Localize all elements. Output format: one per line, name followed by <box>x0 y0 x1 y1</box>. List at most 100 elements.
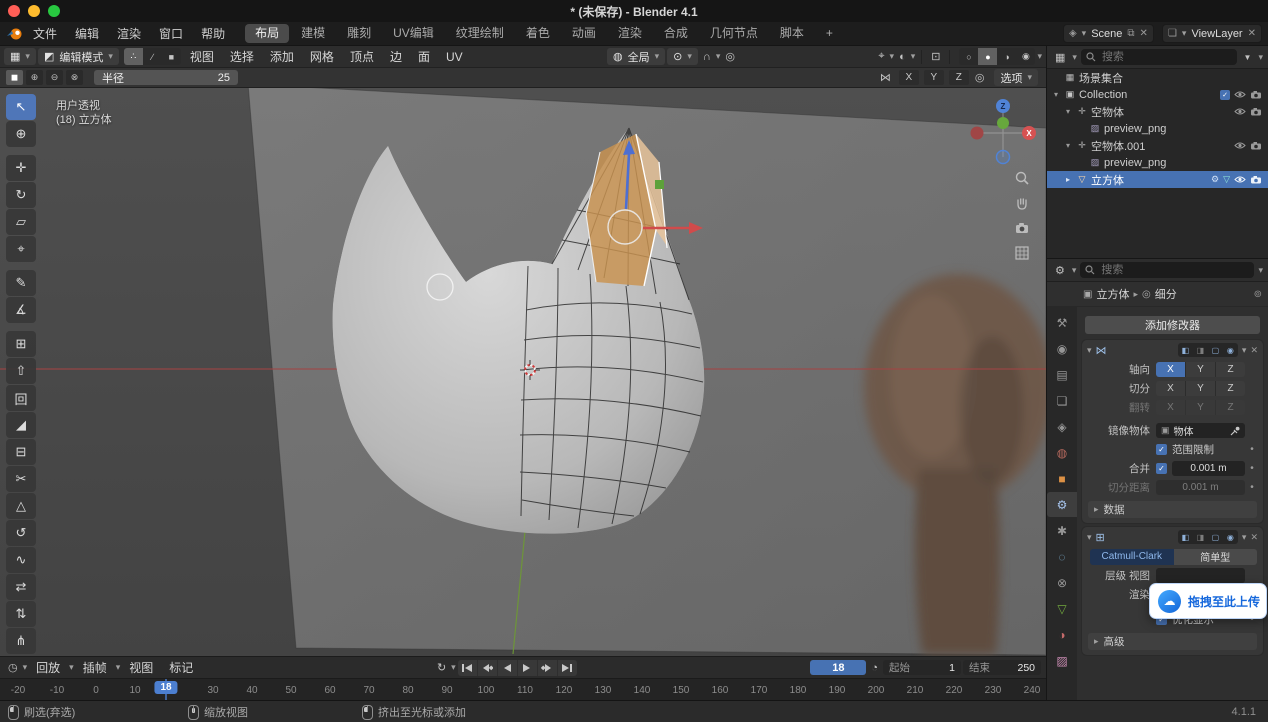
outliner-row-empty[interactable]: ▾ ✛ 空物体 <box>1047 103 1268 120</box>
expander-icon[interactable]: ▾ <box>1063 107 1073 116</box>
close-modifier-icon[interactable]: ✕ <box>1250 532 1258 543</box>
menu-marker[interactable]: 标记 <box>162 657 200 679</box>
properties-search-input[interactable] <box>1099 263 1249 277</box>
timeline-editor-icon[interactable]: ◷ <box>5 661 21 674</box>
simple-button[interactable]: 简单型 <box>1174 549 1258 565</box>
workspace-tab-layout[interactable]: 布局 <box>245 24 289 43</box>
current-frame-field[interactable]: 18 <box>810 660 866 675</box>
zoom-window-button[interactable] <box>48 5 60 17</box>
workspace-tab-uv[interactable]: UV编辑 <box>383 24 444 43</box>
outliner-row-collection[interactable]: ▾ ▣ Collection ✓ <box>1047 86 1268 103</box>
scene-selector[interactable]: ◈ ▾ Scene ⧉ ✕ <box>1063 24 1154 43</box>
workspace-tab-shading[interactable]: 着色 <box>516 24 560 43</box>
menu-edit[interactable]: 编辑 <box>66 22 108 46</box>
show-overlays-icon[interactable]: ◐ <box>896 51 909 63</box>
select-op-intersect-icon[interactable]: ⊗ <box>66 70 83 85</box>
tool-extrude-region[interactable]: ⇧ <box>6 358 36 384</box>
menu-view[interactable]: 视图 <box>183 46 221 68</box>
chevron-down-icon[interactable]: ▾ <box>890 51 895 62</box>
tool-move[interactable]: ✛ <box>6 155 36 181</box>
tool-rip-region[interactable]: ⋔ <box>6 628 36 654</box>
tool-inset-faces[interactable]: 回 <box>6 385 36 411</box>
mirror-x-toggle[interactable]: X <box>899 70 919 85</box>
menu-face[interactable]: 面 <box>411 46 437 68</box>
levels-viewport-field[interactable] <box>1156 568 1245 583</box>
mirror-axis-z-toggle[interactable]: Z <box>1216 362 1245 377</box>
outliner-row-cube-selected[interactable]: ▸ ▽ 立方体 ⚙ ▽ <box>1047 171 1268 188</box>
tool-shrink-fatten[interactable]: ⇅ <box>6 601 36 627</box>
editor-type-dropdown[interactable]: ▦ ▾ <box>4 48 36 65</box>
zoom-icon[interactable] <box>1014 170 1030 186</box>
tool-bevel[interactable]: ◢ <box>6 412 36 438</box>
expander-icon[interactable]: ▸ <box>1063 175 1073 184</box>
hide-eye-icon[interactable] <box>1234 141 1246 150</box>
tool-tweak[interactable]: ↖ <box>6 94 36 120</box>
workspace-tab-rendering[interactable]: 渲染 <box>608 24 652 43</box>
properties-search[interactable] <box>1080 262 1254 278</box>
render-camera-icon[interactable] <box>1250 107 1262 116</box>
bisect-z-toggle[interactable]: Z <box>1216 381 1245 396</box>
tab-object-data[interactable]: ▽ <box>1047 596 1077 621</box>
hide-eye-icon[interactable] <box>1234 107 1246 116</box>
menu-playback[interactable]: 回放 <box>29 657 67 679</box>
toggle-xray-icon[interactable]: ⊡ <box>928 50 943 63</box>
chevron-down-icon[interactable]: ▾ <box>911 51 916 62</box>
workspace-tab-animation[interactable]: 动画 <box>562 24 606 43</box>
navigation-gizmo[interactable]: Z X <box>965 90 1043 170</box>
jump-to-end-button[interactable] <box>558 660 577 676</box>
display-editmode-toggle[interactable]: ◧ <box>1178 343 1193 357</box>
view-layer-selector[interactable]: ❏ ▾ ViewLayer ✕ <box>1162 24 1262 43</box>
menu-keying[interactable]: 插帧 <box>76 657 114 679</box>
mirror-object-field[interactable]: ▣ 物体 <box>1156 423 1245 438</box>
chevron-down-icon[interactable]: ▾ <box>1072 265 1077 276</box>
play-reverse-button[interactable] <box>498 660 517 676</box>
tab-material[interactable]: ◑ <box>1047 622 1077 647</box>
bisect-y-toggle[interactable]: Y <box>1186 381 1216 396</box>
tool-add-cube[interactable]: ⊞ <box>6 331 36 357</box>
tool-annotate[interactable]: ✎ <box>6 270 36 296</box>
select-op-subtract-icon[interactable]: ⊖ <box>46 70 63 85</box>
expand-icon[interactable]: ▾ <box>1087 532 1092 543</box>
tab-modifiers[interactable]: ⚙ <box>1047 492 1077 517</box>
add-modifier-button[interactable]: 添加修改器 <box>1085 316 1260 334</box>
expand-icon[interactable]: ▾ <box>1087 345 1092 356</box>
tab-particles[interactable]: ✱ <box>1047 518 1077 543</box>
tab-scene[interactable]: ◈ <box>1047 414 1077 439</box>
menu-vertex[interactable]: 顶点 <box>343 46 381 68</box>
menu-file[interactable]: 文件 <box>24 22 66 46</box>
mesh-data-icon[interactable]: ▽ <box>1223 174 1230 185</box>
bisect-x-toggle[interactable]: X <box>1156 381 1186 396</box>
play-button[interactable] <box>518 660 537 676</box>
modifier-extras-icon[interactable]: ▾ <box>1242 532 1247 543</box>
proportional-editing-icon[interactable]: ◎ <box>722 50 738 63</box>
mirror-y-toggle[interactable]: Y <box>924 70 944 85</box>
menu-view-timeline[interactable]: 视图 <box>122 657 160 679</box>
expander-icon[interactable]: ▾ <box>1063 141 1073 150</box>
3d-viewport[interactable]: 用户透视 (18) 立方体 ↖ ⊕ ✛ ↻ ▱ ⌖ ✎ ∡ ⊞ ⇧ 回 ◢ ⊟ … <box>0 88 1046 656</box>
transform-orientation-dropdown[interactable]: ◍ 全局 ▾ <box>607 48 665 65</box>
properties-editor-icon[interactable]: ⚙ <box>1052 264 1068 277</box>
show-gizmo-icon[interactable]: ⌖ <box>875 50 887 63</box>
unlink-scene-icon[interactable]: ✕ <box>1140 28 1148 39</box>
render-camera-icon[interactable] <box>1250 175 1262 184</box>
clipping-checkbox[interactable]: ✓ <box>1156 444 1167 455</box>
outliner-row-empty-001[interactable]: ▾ ✛ 空物体.001 <box>1047 137 1268 154</box>
timeline-ruler[interactable]: -20 -10 0 10 30 40 50 60 70 80 90 100 11… <box>0 678 1046 701</box>
sync-icon[interactable]: ↻ <box>434 661 449 674</box>
camera-view-icon[interactable] <box>1014 220 1030 236</box>
menu-mesh[interactable]: 网格 <box>303 46 341 68</box>
mirror-modifier-header[interactable]: ▾ ⋈ ◧ ◨ ▢ ◉ ▾ ✕ <box>1082 340 1263 360</box>
snap-symmetry-icon[interactable]: ◎ <box>972 71 988 84</box>
tab-render[interactable]: ◉ <box>1047 336 1077 361</box>
pin-icon[interactable]: ⊚ <box>1254 289 1262 300</box>
outliner-row-preview-png-2[interactable]: ▨ preview_png <box>1047 154 1268 171</box>
menu-select[interactable]: 选择 <box>223 46 261 68</box>
tool-cursor[interactable]: ⊕ <box>6 121 36 147</box>
tab-output[interactable]: ▤ <box>1047 362 1077 387</box>
tool-edge-slide[interactable]: ⇄ <box>6 574 36 600</box>
snap-options-chevron-icon[interactable]: ▾ <box>716 51 721 62</box>
face-select-button[interactable]: ■ <box>162 48 181 65</box>
outliner-row-scene-collection[interactable]: ▦ 场景集合 <box>1047 69 1268 86</box>
chevron-down-icon[interactable]: ▾ <box>1258 52 1263 63</box>
display-cage-toggle[interactable]: ◨ <box>1193 530 1208 544</box>
